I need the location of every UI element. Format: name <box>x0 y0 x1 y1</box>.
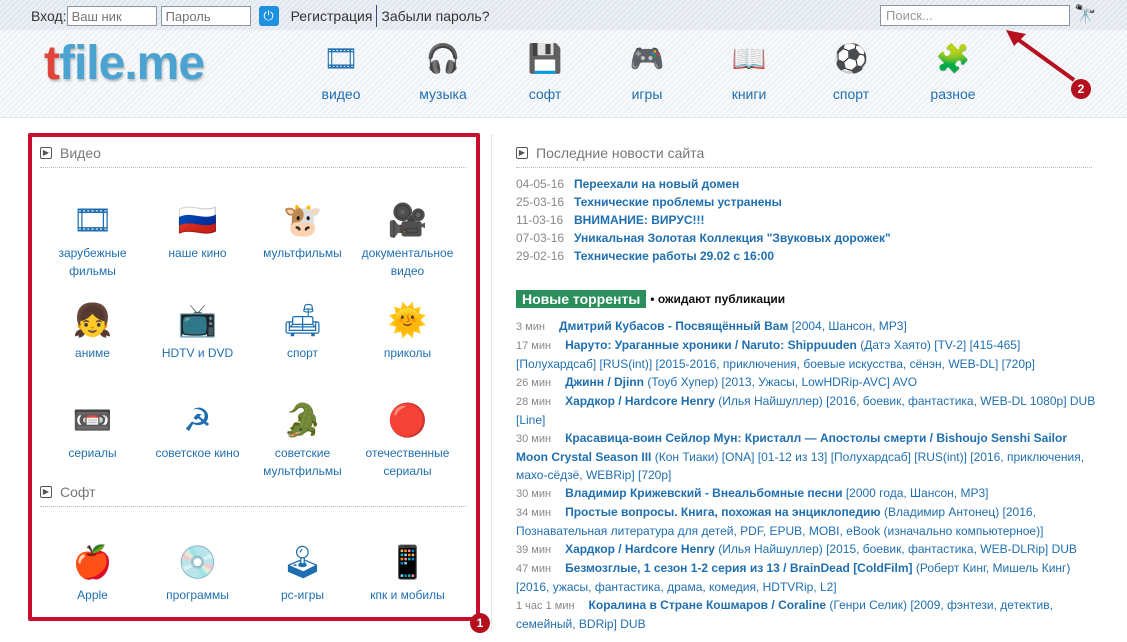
annotation-arrow <box>1006 30 1076 82</box>
annotation-badge-1: 1 <box>470 613 490 633</box>
annotation-badge-2: 2 <box>1071 79 1091 99</box>
